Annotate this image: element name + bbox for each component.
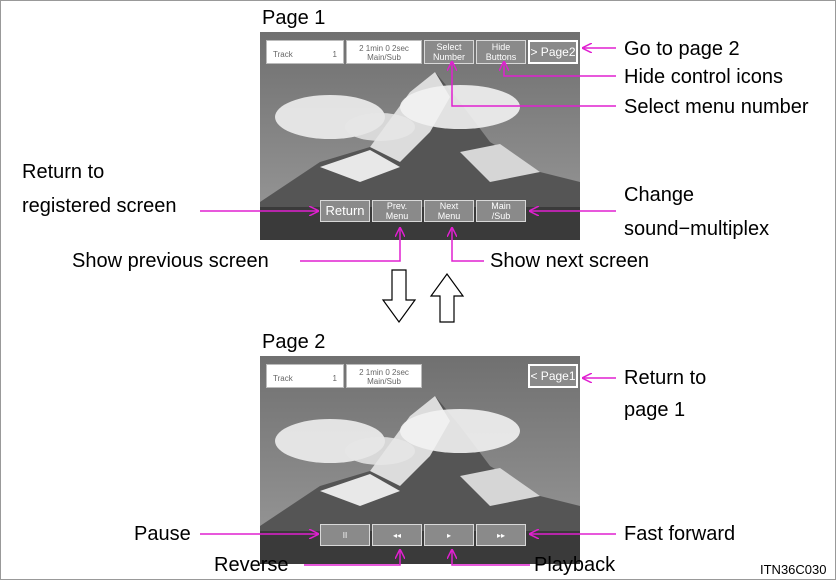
callout-line-show-previous	[300, 228, 400, 262]
callout-reverse: Reverse	[214, 554, 289, 576]
callout-change-sound-line2: sound−multiplex	[624, 218, 770, 240]
callout-change-sound-line1: Change	[624, 184, 695, 206]
callout-go-to-page2: Go to page 2	[624, 38, 740, 60]
callout-return-page1-line1: Return to	[624, 367, 707, 389]
callout-show-next-screen: Show next screen	[490, 250, 649, 272]
callout-hide-control-icons: Hide control icons	[624, 66, 783, 88]
arrow-up-icon	[429, 272, 465, 323]
callout-line-playback	[452, 550, 530, 566]
callout-return-page1-line2: page 1	[624, 399, 686, 421]
callout-fast-forward: Fast forward	[624, 523, 736, 545]
arrow-down-icon	[381, 269, 417, 324]
figure-code: ITN36C030	[760, 562, 827, 577]
callout-select-menu-number: Select menu number	[624, 96, 809, 118]
callout-line-reverse	[304, 550, 400, 566]
callout-pause: Pause	[134, 523, 191, 545]
callout-line-show-next	[452, 228, 484, 262]
callout-return-registered-line1: Return to	[22, 161, 105, 183]
callout-return-registered-line2: registered screen	[22, 195, 177, 217]
callout-line-select-menu-number	[452, 62, 616, 107]
callout-line-hide-control-icons	[504, 62, 616, 77]
callout-show-previous-screen: Show previous screen	[72, 250, 269, 272]
callout-playback: Playback	[534, 554, 616, 576]
